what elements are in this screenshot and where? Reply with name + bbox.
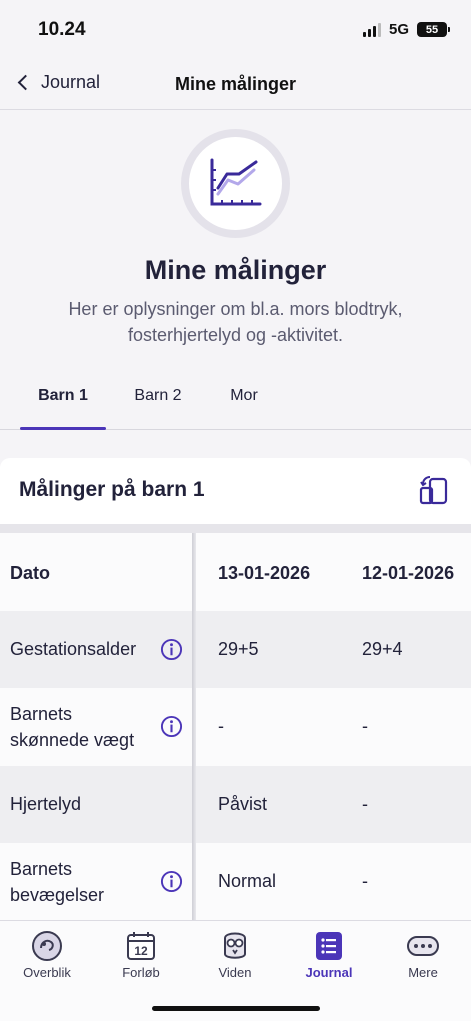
calendar-day: 12 — [134, 944, 148, 958]
owl-icon — [195, 929, 275, 963]
row-value-2: 29+4 — [362, 639, 403, 659]
network-type: 5G — [388, 21, 409, 38]
measurements-table[interactable]: Dato 13-01-2026 12-01-2026 Gestationsald… — [0, 533, 471, 920]
calendar-icon: 12 — [101, 929, 181, 963]
navigation-bar: Journal Mine målinger — [0, 60, 471, 110]
table-row: Barnets bevægelser Normal - — [0, 843, 471, 920]
tabbar-item-viden[interactable]: Viden — [195, 929, 275, 980]
table-header-row: Dato 13-01-2026 12-01-2026 — [0, 533, 471, 611]
row-value-2: - — [362, 716, 368, 736]
journal-list-icon — [289, 929, 369, 963]
active-tab-indicator — [20, 427, 106, 430]
row-label: Hjertelyd — [10, 794, 82, 814]
row-value-1: - — [218, 716, 224, 736]
row-value-2: - — [362, 871, 368, 891]
tabbar-label: Viden — [218, 965, 252, 980]
table-row: Hjertelyd Påvist - — [0, 766, 471, 843]
status-bar: 10.24 5G 55 — [0, 0, 471, 60]
line-chart-icon — [181, 129, 290, 238]
tabbar-item-mere[interactable]: Mere — [383, 929, 463, 980]
tabbar-label: Journal — [305, 965, 353, 980]
info-icon[interactable] — [160, 638, 183, 661]
tab-mor[interactable]: Mor — [214, 387, 274, 405]
battery-icon: 55 — [417, 22, 450, 37]
row-label: Barnets skønnede vægt — [10, 704, 135, 750]
info-icon[interactable] — [160, 715, 183, 738]
table-row: Barnets skønnede vægt - - — [0, 688, 471, 766]
row-value-1: Normal — [218, 871, 277, 891]
row-value-2: - — [362, 794, 368, 814]
baby-belly-icon — [7, 929, 87, 963]
tab-barn-1[interactable]: Barn 1 — [20, 387, 106, 405]
page-title: Mine målinger — [174, 74, 297, 94]
date-column-header: Dato — [10, 563, 50, 583]
signal-icon — [362, 22, 381, 37]
tabbar-item-overblik[interactable]: Overblik — [7, 929, 87, 980]
row-label: Gestationsalder — [10, 639, 137, 659]
row-value-1: 29+5 — [218, 639, 259, 659]
card-divider — [0, 524, 471, 533]
date-header-2: 12-01-2026 — [362, 563, 455, 583]
tab-bar: Barn 1 Barn 2 Mor — [0, 370, 471, 430]
tab-barn-2[interactable]: Barn 2 — [120, 387, 196, 405]
date-header-1: 13-01-2026 — [218, 563, 311, 583]
hero-subtitle: Her er oplysninger om bl.a. mors blodtry… — [68, 299, 403, 345]
tabbar-item-forlob[interactable]: 12 Forløb — [101, 929, 181, 980]
sticky-column-divider — [192, 533, 196, 920]
tabbar-label: Forløb — [122, 965, 160, 980]
tabbar-item-journal[interactable]: Journal — [289, 929, 369, 980]
table-row: Gestationsalder 29+5 29+4 — [0, 611, 471, 688]
status-indicators: 5G 55 — [362, 21, 450, 38]
tabbar-label: Mere — [408, 965, 438, 980]
more-icon — [383, 929, 463, 963]
measurements-card-header: Målinger på barn 1 — [0, 458, 471, 524]
row-label: Barnets bevægelser — [10, 859, 105, 905]
battery-level: 55 — [425, 23, 439, 36]
home-indicator[interactable] — [152, 1006, 320, 1011]
info-icon[interactable] — [160, 870, 183, 893]
status-time: 10.24 — [38, 19, 86, 40]
card-title: Målinger på barn 1 — [19, 478, 205, 501]
row-value-1: Påvist — [218, 794, 268, 814]
hero-title: Mine målinger — [144, 255, 327, 285]
rotate-device-icon[interactable] — [418, 475, 452, 510]
tabbar-label: Overblik — [23, 965, 71, 980]
